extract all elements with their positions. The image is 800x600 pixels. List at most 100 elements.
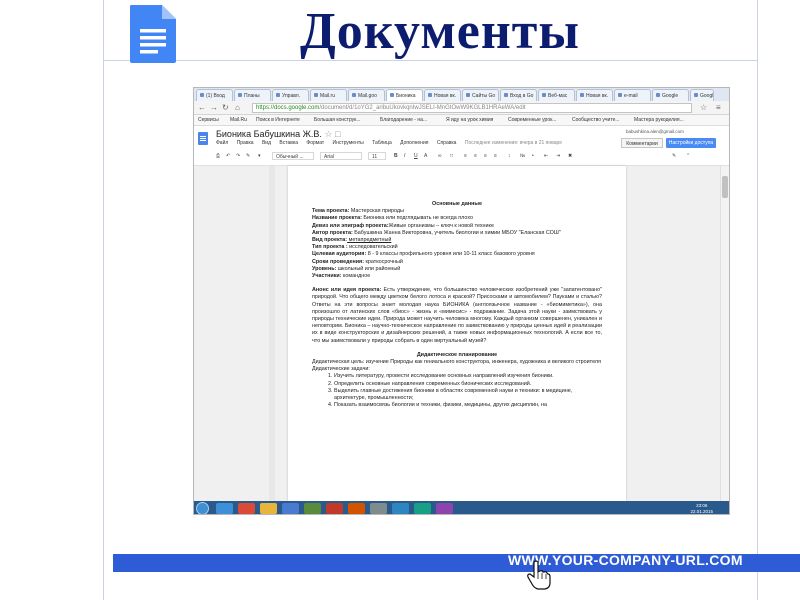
align-left-icon[interactable]: ≡: [464, 152, 467, 160]
bookmark-item[interactable]: Современные урок...: [508, 117, 556, 123]
app-icon[interactable]: [392, 503, 409, 514]
menu-table[interactable]: Таблица: [372, 140, 392, 146]
media-icon[interactable]: [304, 503, 321, 514]
increase-indent-icon[interactable]: ⇥: [556, 152, 560, 160]
bulleted-list-icon[interactable]: •: [532, 152, 534, 160]
browser-tab[interactable]: Google: [690, 89, 714, 101]
pencil-icon[interactable]: ✎: [672, 152, 676, 160]
browser-tab[interactable]: Новая вк.: [424, 89, 461, 101]
browser-tab[interactable]: (1) Вход: [196, 89, 233, 101]
comment-icon[interactable]: □: [450, 152, 453, 160]
home-icon[interactable]: ⌂: [235, 103, 240, 112]
app-icon[interactable]: [436, 503, 453, 514]
star-icon[interactable]: ☆: [700, 103, 707, 112]
ie-icon[interactable]: [216, 503, 233, 514]
browser-tab[interactable]: Mail.goo: [348, 89, 385, 101]
align-justify-icon[interactable]: ≡: [494, 152, 497, 160]
font-size-select[interactable]: 11: [368, 152, 386, 160]
start-button-icon[interactable]: [196, 502, 209, 514]
bookmark-item[interactable]: Я иду на урок химия: [446, 117, 493, 123]
app-icon[interactable]: [370, 503, 387, 514]
browser-tab-active[interactable]: Бионика: [386, 89, 423, 101]
menu-icon[interactable]: ≡: [716, 103, 721, 112]
browser-tab[interactable]: е-mail: [614, 89, 651, 101]
bookmark-item[interactable]: Mail.Ru: [230, 117, 247, 123]
browser-tab-strip: (1) Вход Планы Управл. Mail.ru Mail.goo …: [194, 88, 729, 101]
bookmark-item[interactable]: Сообщество учите...: [572, 117, 620, 123]
align-center-icon[interactable]: ≡: [474, 152, 477, 160]
scrollbar-thumb[interactable]: [722, 176, 728, 198]
style-select[interactable]: Обычный ...: [272, 152, 314, 160]
browser-tab[interactable]: Google: [652, 89, 689, 101]
account-email[interactable]: babushkina.alen@gmail.com: [626, 129, 684, 134]
system-clock[interactable]: 23:06 22.01.2015: [690, 503, 713, 514]
url-input[interactable]: https://docs.google.com/document/d/1oYG2…: [252, 103, 692, 113]
word-icon[interactable]: [282, 503, 299, 514]
bookmark-item[interactable]: Благодарение - на...: [380, 117, 427, 123]
menu-edit[interactable]: Правка: [237, 140, 254, 146]
bookmark-item[interactable]: Поиск в Интернете: [256, 117, 300, 123]
bookmark-item[interactable]: Большая конструк...: [314, 117, 361, 123]
browser-tab[interactable]: Управл.: [272, 89, 309, 101]
back-icon[interactable]: ←: [198, 103, 206, 112]
paint-format-icon[interactable]: ✎: [246, 152, 250, 160]
font-select[interactable]: Arial: [320, 152, 362, 160]
menu-view[interactable]: Вид: [262, 140, 271, 146]
docs-home-icon[interactable]: [198, 132, 208, 145]
browser-tab[interactable]: Веб-мас: [538, 89, 575, 101]
menu-file[interactable]: Файл: [216, 140, 228, 146]
browser-tab[interactable]: Планы: [234, 89, 271, 101]
share-button[interactable]: Настройки доступа: [666, 138, 716, 148]
bold-icon[interactable]: B: [394, 152, 398, 160]
menu-tools[interactable]: Инструменты: [333, 140, 364, 146]
align-right-icon[interactable]: ≡: [484, 152, 487, 160]
menu-addons[interactable]: Дополнения: [400, 140, 428, 146]
browser-tab[interactable]: Сайты Go: [462, 89, 499, 101]
document-title-text: Бионика Бабушкина Ж.В.: [216, 129, 322, 139]
doc-didactic-goal: Дидактическая цель: изучение Природы как…: [312, 359, 601, 366]
folder-icon[interactable]: □: [335, 129, 340, 139]
menu-insert[interactable]: Вставка: [279, 140, 298, 146]
powerpoint-icon[interactable]: [348, 503, 365, 514]
explorer-icon[interactable]: [260, 503, 277, 514]
pdf-icon[interactable]: [326, 503, 343, 514]
browser-tab[interactable]: Новая вк.: [576, 89, 613, 101]
numbered-list-icon[interactable]: №: [520, 152, 525, 160]
doc-field: Целевая аудитория: 8 - 9 классы профильн…: [312, 251, 535, 258]
url-host: https://docs.google.com: [256, 105, 320, 111]
vertical-scrollbar[interactable]: [720, 166, 729, 501]
link-icon[interactable]: ∞: [438, 152, 442, 160]
document-page[interactable]: Основные данные Тема проекта: Мастерская…: [288, 166, 626, 501]
google-docs-logo-icon: [130, 5, 176, 63]
bookmark-item[interactable]: Мастера рукоделия...: [634, 117, 684, 123]
text-color-icon[interactable]: A: [424, 152, 427, 160]
last-edit-status[interactable]: Последнее изменение: вчера в 21 январе: [465, 140, 562, 146]
print-icon[interactable]: ⎙: [216, 152, 220, 160]
clear-format-icon[interactable]: ✖: [568, 152, 572, 160]
bookmarks-bar: Сервисы Mail.Ru Поиск в Интернете Больша…: [194, 115, 729, 126]
zoom-icon[interactable]: ▾: [258, 152, 261, 160]
forward-icon[interactable]: →: [210, 103, 218, 112]
decrease-indent-icon[interactable]: ⇤: [544, 152, 548, 160]
browser-tab[interactable]: Вход в Go: [500, 89, 537, 101]
italic-icon[interactable]: I: [404, 152, 405, 160]
comments-button[interactable]: Комментарии: [621, 138, 663, 148]
doc-section-heading: Дидактическое планирование: [416, 351, 498, 358]
menu-format[interactable]: Формат: [306, 140, 324, 146]
reload-icon[interactable]: ↻: [222, 103, 229, 112]
star-doc-icon[interactable]: ☆: [324, 129, 332, 139]
doc-field: Автор проекта: Бабушкина Жанна Викторовн…: [312, 229, 561, 236]
document-title[interactable]: Бионика Бабушкина Ж.В. ☆ □: [216, 129, 340, 140]
underline-icon[interactable]: U: [414, 152, 418, 160]
line-spacing-icon[interactable]: ↕: [508, 152, 511, 160]
browser-tab[interactable]: Mail.ru: [310, 89, 347, 101]
app-icon[interactable]: [414, 503, 431, 514]
collapse-icon[interactable]: ⌃: [686, 152, 690, 160]
menu-help[interactable]: Справка: [437, 140, 457, 146]
chrome-icon[interactable]: [238, 503, 255, 514]
redo-icon[interactable]: ↷: [236, 152, 240, 160]
document-body[interactable]: Основные данные Тема проекта: Мастерская…: [312, 201, 602, 409]
list-item: Выделить главные достижения бионики в об…: [334, 388, 602, 402]
bookmark-item[interactable]: Сервисы: [198, 117, 219, 123]
undo-icon[interactable]: ↶: [226, 152, 230, 160]
